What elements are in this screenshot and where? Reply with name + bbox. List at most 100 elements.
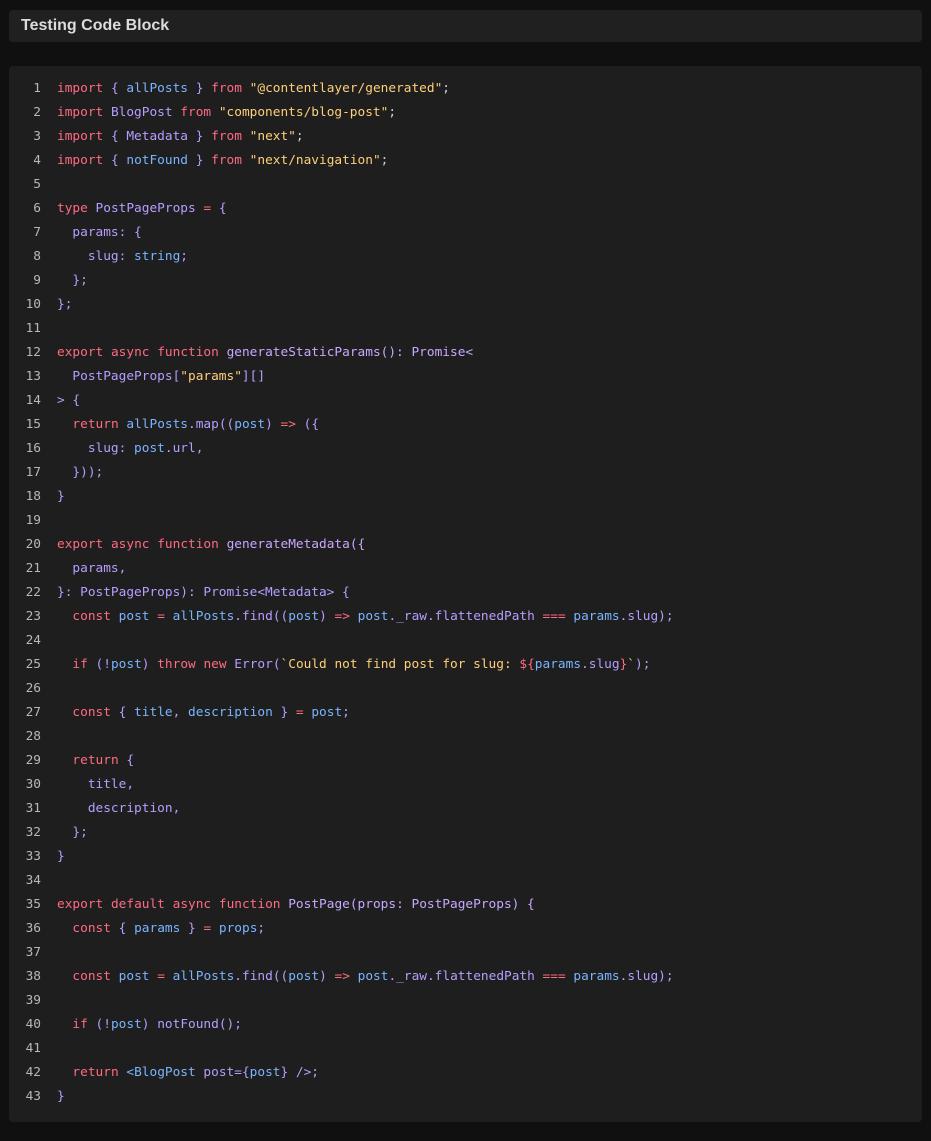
line-number: 7 (33, 225, 41, 240)
code-token: ` (627, 657, 635, 672)
code-token: ) (141, 657, 158, 672)
line-number: 19 (25, 513, 41, 528)
code-line: 24 (9, 629, 922, 653)
code-token: = (295, 705, 304, 720)
line-number: 10 (25, 297, 41, 312)
code-line: 31 description, (9, 797, 922, 821)
code-token: title (134, 705, 173, 720)
line-number: 35 (25, 897, 41, 912)
code-token: post={ (195, 1065, 250, 1080)
code-line: 1 import { allPosts } from "@contentlayer… (9, 77, 922, 101)
code-token: } (188, 153, 212, 168)
code-token: type (57, 201, 88, 216)
line-code: slug: string; (57, 245, 188, 269)
code-line: 22}: PostPageProps): Promise<Metadata> { (9, 581, 922, 605)
code-token: })); (57, 465, 104, 480)
code-token: (! (87, 657, 111, 672)
code-token: import (57, 153, 104, 168)
line-number: 14 (25, 393, 41, 408)
code-token: "@contentlayer/generated" (249, 81, 443, 96)
code-token: post (110, 657, 142, 672)
code-token: ][] (241, 369, 266, 384)
line-number: 38 (25, 969, 41, 984)
code-line: 6 type PostPageProps = { (9, 197, 922, 221)
code-line: 7 params: { (9, 221, 922, 245)
code-token: post (288, 609, 320, 624)
code-token: PostPageProps[ (57, 369, 181, 384)
code-token: params: { (57, 225, 142, 240)
code-token: import (57, 105, 104, 120)
line-number: 17 (25, 465, 41, 480)
code-token: allPosts (126, 417, 189, 432)
code-token: description (188, 705, 273, 720)
code-line: 43} (9, 1085, 922, 1109)
line-code: title, (57, 773, 134, 797)
code-block[interactable]: 1 import { allPosts } from "@contentlayer… (9, 66, 922, 1122)
code-line: 34 (9, 869, 922, 893)
code-token: function (157, 537, 219, 552)
code-token: ; (295, 129, 304, 144)
code-token: ) (319, 969, 335, 984)
code-line: 8 slug: string; (9, 245, 922, 269)
code-token: post (311, 705, 343, 720)
code-token: { (110, 705, 135, 720)
line-code: } (57, 485, 65, 509)
code-line: 14 > { (9, 389, 922, 413)
code-token: if (72, 657, 88, 672)
code-block-title-bar: Testing Code Block (9, 10, 922, 42)
code-token: post (118, 609, 150, 624)
code-token: ) notFound(); (141, 1017, 242, 1032)
line-code: if (!post) throw new Error(`Could not fi… (57, 653, 650, 677)
code-line: 17 })); (9, 461, 922, 485)
code-token: return (72, 417, 119, 432)
line-number: 15 (25, 417, 41, 432)
code-token: from (211, 81, 242, 96)
code-token: props (218, 921, 258, 936)
code-line: 9 }; (9, 269, 922, 293)
line-code: return <BlogPost post={post} />; (57, 1061, 319, 1085)
code-token: .slug (581, 657, 620, 672)
line-number: 20 (25, 537, 41, 552)
line-number: 24 (25, 633, 41, 648)
line-code: return allPosts.map((post) => ({ (57, 413, 319, 437)
code-token: from (211, 153, 242, 168)
code-line: 42 return <BlogPost post={post} />; (9, 1061, 922, 1085)
code-token: allPosts (172, 969, 235, 984)
code-token: ) (319, 609, 335, 624)
code-token: post (357, 969, 389, 984)
code-token: PostPage(props: PostPageProps) { (288, 897, 535, 912)
code-token: "next" (249, 129, 296, 144)
code-token: .find(( (234, 969, 289, 984)
line-number: 34 (25, 873, 41, 888)
code-token: } (57, 1089, 65, 1104)
line-code: const { params } = props; (57, 917, 265, 941)
code-token: return (72, 1065, 119, 1080)
code-line: 12 export async function generateStaticPa… (9, 341, 922, 365)
code-token: ; (342, 705, 350, 720)
code-token: { (103, 153, 127, 168)
code-token: slug: (57, 441, 135, 456)
code-token: default (110, 897, 165, 912)
code-token: = (157, 969, 165, 984)
code-token: post (249, 1065, 281, 1080)
line-number: 42 (25, 1065, 41, 1080)
line-code: const post = allPosts.find((post) => pos… (57, 965, 673, 989)
line-number: 41 (25, 1041, 41, 1056)
code-line: 36 const { params } = props; (9, 917, 922, 941)
line-code: }; (57, 821, 87, 845)
line-code: export async function generateStaticPara… (57, 341, 473, 365)
line-code: } (57, 845, 65, 869)
code-token: .url, (164, 441, 204, 456)
code-token: post (118, 969, 150, 984)
line-number: 16 (25, 441, 41, 456)
code-token: "components/blog-post" (218, 105, 389, 120)
